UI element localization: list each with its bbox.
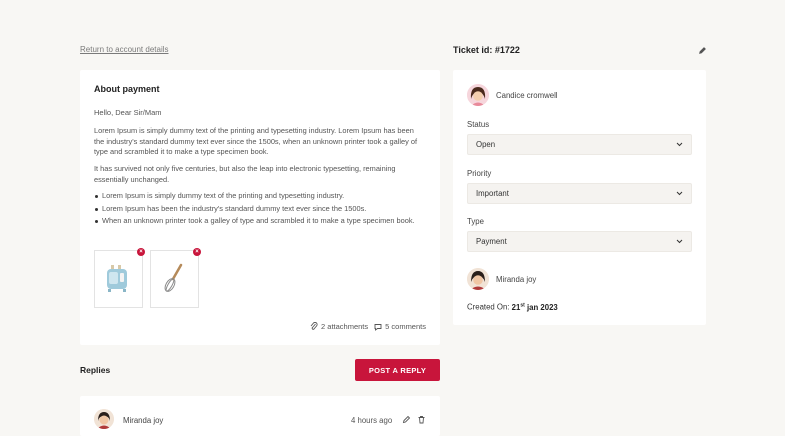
chevron-down-icon: [676, 239, 683, 244]
ticket-properties-card: Candice cromwell Status Open Priority Im…: [453, 70, 706, 325]
avatar: [94, 409, 114, 429]
remove-attachment-button[interactable]: ×: [193, 248, 201, 256]
replies-heading: Replies: [80, 365, 111, 375]
bullet-item: Lorem Ipsum is simply dummy text of the …: [94, 191, 424, 202]
attachments-count[interactable]: 2 attachments: [310, 322, 368, 331]
type-select[interactable]: Payment: [467, 231, 692, 252]
return-to-account-link[interactable]: Return to account details: [80, 45, 169, 54]
ticket-greeting: Hello, Dear Sir/Mam: [94, 108, 162, 117]
priority-select[interactable]: Important: [467, 183, 692, 204]
toaster-icon: [107, 265, 127, 292]
reply-author: Miranda joy: [123, 416, 164, 425]
comments-count[interactable]: 5 comments: [374, 322, 426, 331]
chevron-down-icon: [676, 142, 683, 147]
created-date: Created On: 21st jan 2023: [467, 302, 558, 312]
trash-icon[interactable]: [417, 415, 426, 424]
ticket-id: Ticket id: #1722: [453, 45, 520, 55]
priority-label: Priority: [467, 169, 492, 178]
avatar: [467, 84, 489, 106]
reply-item: Miranda joy 4 hours ago: [80, 396, 440, 436]
post-reply-button[interactable]: POST A REPLY: [355, 359, 440, 381]
assignee-name: Candice cromwell: [496, 91, 558, 100]
reporter-name: Miranda joy: [496, 275, 537, 284]
attachment-thumbnail[interactable]: ×: [150, 248, 201, 308]
ticket-detail-card: About payment Hello, Dear Sir/Mam Lorem …: [80, 70, 440, 345]
bullet-item: When an unknown printer took a galley of…: [94, 216, 424, 227]
attachment-thumbnail[interactable]: ×: [94, 248, 145, 308]
edit-icon[interactable]: [402, 415, 411, 424]
status-label: Status: [467, 120, 490, 129]
edit-icon[interactable]: [698, 46, 707, 55]
whisk-icon: [164, 263, 183, 292]
type-label: Type: [467, 217, 484, 226]
bullet-item: Lorem Ipsum has been the industry's stan…: [94, 204, 424, 215]
reply-timestamp: 4 hours ago: [351, 416, 393, 425]
ticket-meta: 2 attachments 5 comments: [310, 322, 426, 331]
remove-attachment-button[interactable]: ×: [137, 248, 145, 256]
ticket-paragraph: It has survived not only five centuries,…: [94, 164, 396, 184]
comment-icon: [374, 323, 382, 331]
ticket-bullet-list: Lorem Ipsum is simply dummy text of the …: [94, 191, 424, 229]
paperclip-icon: [310, 322, 318, 330]
chevron-down-icon: [676, 191, 683, 196]
ticket-title: About payment: [94, 84, 160, 94]
ticket-paragraph: Lorem Ipsum is simply dummy text of the …: [94, 126, 418, 156]
status-select[interactable]: Open: [467, 134, 692, 155]
avatar: [467, 268, 489, 290]
